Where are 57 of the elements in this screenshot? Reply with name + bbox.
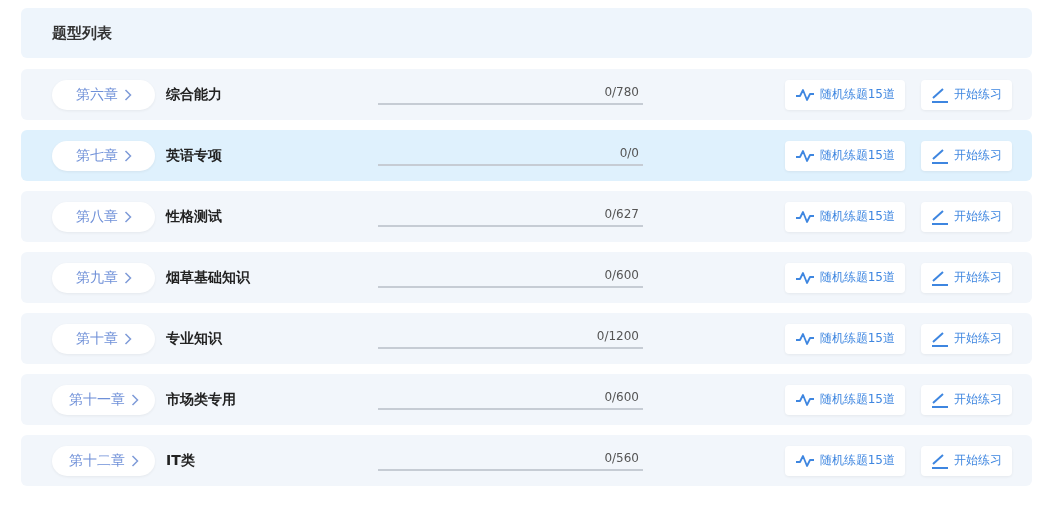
chapter-button[interactable]: 第八章: [52, 201, 155, 232]
pen-icon: [931, 391, 949, 408]
random-practice-button[interactable]: 随机练题15道: [784, 445, 905, 476]
chevron-right-icon: [130, 454, 139, 467]
progress-count: 0/600: [604, 267, 640, 282]
pulse-icon: [794, 392, 815, 407]
start-practice-button[interactable]: 开始练习: [921, 445, 1012, 476]
random-practice-button[interactable]: 随机练题15道: [784, 79, 905, 110]
random-practice-button[interactable]: 随机练题15道: [784, 323, 905, 354]
pen-icon: [931, 269, 949, 286]
random-practice-button[interactable]: 随机练题15道: [784, 384, 905, 415]
chevron-right-icon: [123, 332, 132, 345]
progress-count: 0/560: [604, 450, 640, 465]
category-name: 英语专项: [166, 146, 223, 165]
pulse-icon: [794, 209, 815, 224]
start-practice-button[interactable]: 开始练习: [921, 140, 1012, 171]
pulse-icon: [794, 453, 815, 468]
list-title: 题型列表: [52, 23, 112, 43]
pen-icon: [931, 452, 949, 469]
start-practice-button[interactable]: 开始练习: [921, 384, 1012, 415]
pulse-icon: [794, 270, 815, 285]
category-name: 专业知识: [166, 329, 223, 348]
start-practice-button[interactable]: 开始练习: [921, 79, 1012, 110]
category-name: 性格测试: [166, 207, 223, 226]
pulse-icon: [794, 331, 815, 346]
chevron-right-icon: [130, 393, 139, 406]
progress-count: 0/600: [604, 389, 640, 404]
pulse-icon: [794, 87, 815, 102]
category-name: 烟草基础知识: [166, 268, 251, 287]
chevron-right-icon: [123, 271, 132, 284]
chapter-button[interactable]: 第六章: [52, 79, 155, 110]
chevron-right-icon: [123, 149, 132, 162]
start-practice-button[interactable]: 开始练习: [921, 201, 1012, 232]
chapter-button[interactable]: 第十二章: [52, 445, 155, 476]
pen-icon: [931, 86, 949, 103]
random-practice-button[interactable]: 随机练题15道: [784, 140, 905, 171]
progress-count: 0/780: [604, 84, 640, 99]
pen-icon: [931, 208, 949, 225]
chapter-button[interactable]: 第十一章: [52, 384, 155, 415]
progress-count: 0/1200: [596, 328, 640, 343]
pulse-icon: [794, 148, 815, 163]
random-practice-button[interactable]: 随机练题15道: [784, 201, 905, 232]
pen-icon: [931, 330, 949, 347]
chevron-right-icon: [123, 88, 132, 101]
category-name: IT类: [166, 451, 196, 470]
category-name: 市场类专用: [166, 390, 237, 409]
chapter-button[interactable]: 第十章: [52, 323, 155, 354]
start-practice-button[interactable]: 开始练习: [921, 262, 1012, 293]
chapter-button[interactable]: 第九章: [52, 262, 155, 293]
chevron-right-icon: [123, 210, 132, 223]
category-name: 综合能力: [166, 85, 223, 104]
progress-count: 0/627: [604, 206, 640, 221]
chapter-button[interactable]: 第七章: [52, 140, 155, 171]
start-practice-button[interactable]: 开始练习: [921, 323, 1012, 354]
pen-icon: [931, 147, 949, 164]
progress-count: 0/0: [619, 145, 640, 160]
random-practice-button[interactable]: 随机练题15道: [784, 262, 905, 293]
